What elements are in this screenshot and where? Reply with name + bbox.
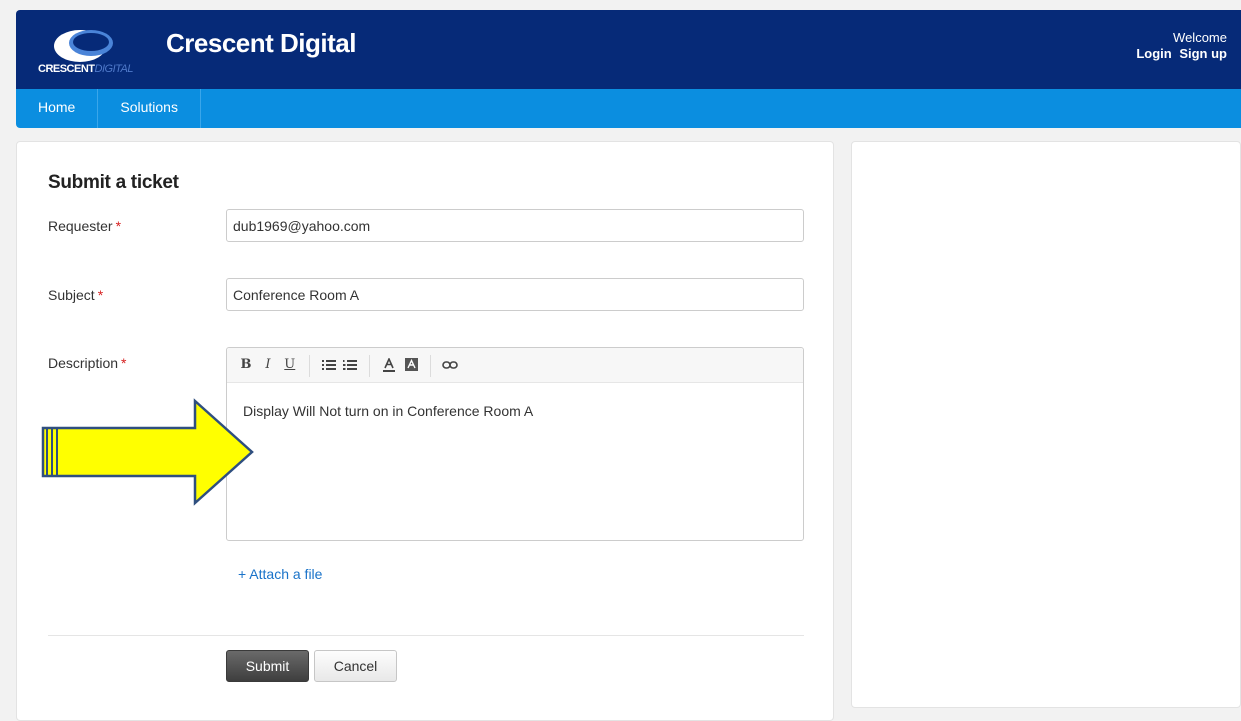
crescent-logo[interactable]: CRESCENTDIGITAL xyxy=(36,22,151,80)
logo-text-sub: DIGITAL xyxy=(94,63,134,75)
signup-link[interactable]: Sign up xyxy=(1179,46,1227,61)
logo-text-main: CRESCENT xyxy=(38,63,95,75)
editor-toolbar: B I U xyxy=(227,348,803,383)
welcome-area: Welcome Login Sign up xyxy=(1132,30,1227,62)
link-icon[interactable] xyxy=(441,348,459,383)
auth-links: Login Sign up xyxy=(1132,46,1227,62)
bold-button[interactable]: B xyxy=(237,348,255,383)
toolbar-divider xyxy=(308,355,310,377)
login-link[interactable]: Login xyxy=(1136,46,1171,61)
required-marker: * xyxy=(121,355,127,371)
required-marker: * xyxy=(115,218,122,234)
underline-button[interactable]: U xyxy=(281,348,299,383)
requester-label: Requester * xyxy=(48,218,121,234)
site-header: CRESCENTDIGITAL Crescent Digital Welcome… xyxy=(16,10,1241,89)
requester-label-text: Requester xyxy=(48,218,113,234)
description-textarea[interactable]: Display Will Not turn on in Conference R… xyxy=(227,383,803,439)
nav-item-solutions[interactable]: Solutions xyxy=(98,89,201,128)
page-title: Submit a ticket xyxy=(48,172,179,193)
font-color-icon[interactable] xyxy=(380,348,398,383)
welcome-text: Welcome xyxy=(1173,30,1227,45)
arrow-annotation xyxy=(41,398,254,506)
subject-label-text: Subject xyxy=(48,287,95,303)
background-color-icon[interactable] xyxy=(402,348,420,383)
description-label-text: Description xyxy=(48,355,119,371)
requester-input[interactable] xyxy=(226,209,804,242)
subject-input[interactable] xyxy=(226,278,804,311)
toolbar-divider xyxy=(369,355,371,377)
required-marker: * xyxy=(97,287,104,303)
main-nav: Home Solutions xyxy=(16,89,1241,128)
attach-file-link[interactable]: + Attach a file xyxy=(238,566,322,582)
brand-title: Crescent Digital xyxy=(166,28,356,58)
submit-button[interactable]: Submit xyxy=(226,650,309,682)
description-label: Description * xyxy=(48,355,126,371)
cancel-button[interactable]: Cancel xyxy=(314,650,397,682)
form-divider xyxy=(48,635,804,636)
page: CRESCENTDIGITAL Crescent Digital Welcome… xyxy=(0,0,1241,721)
numbered-list-icon[interactable] xyxy=(341,348,359,383)
toolbar-divider xyxy=(430,355,432,377)
arrow-shape xyxy=(41,398,254,506)
sidebar-panel xyxy=(851,141,1241,708)
logo-wordmark: CRESCENTDIGITAL xyxy=(38,63,134,75)
italic-button[interactable]: I xyxy=(259,348,277,383)
description-editor: B I U Display Will Not turn on in Confer… xyxy=(226,347,804,541)
nav-item-home[interactable]: Home xyxy=(16,89,99,128)
subject-label: Subject * xyxy=(48,287,103,303)
bullet-list-icon[interactable] xyxy=(320,348,338,383)
